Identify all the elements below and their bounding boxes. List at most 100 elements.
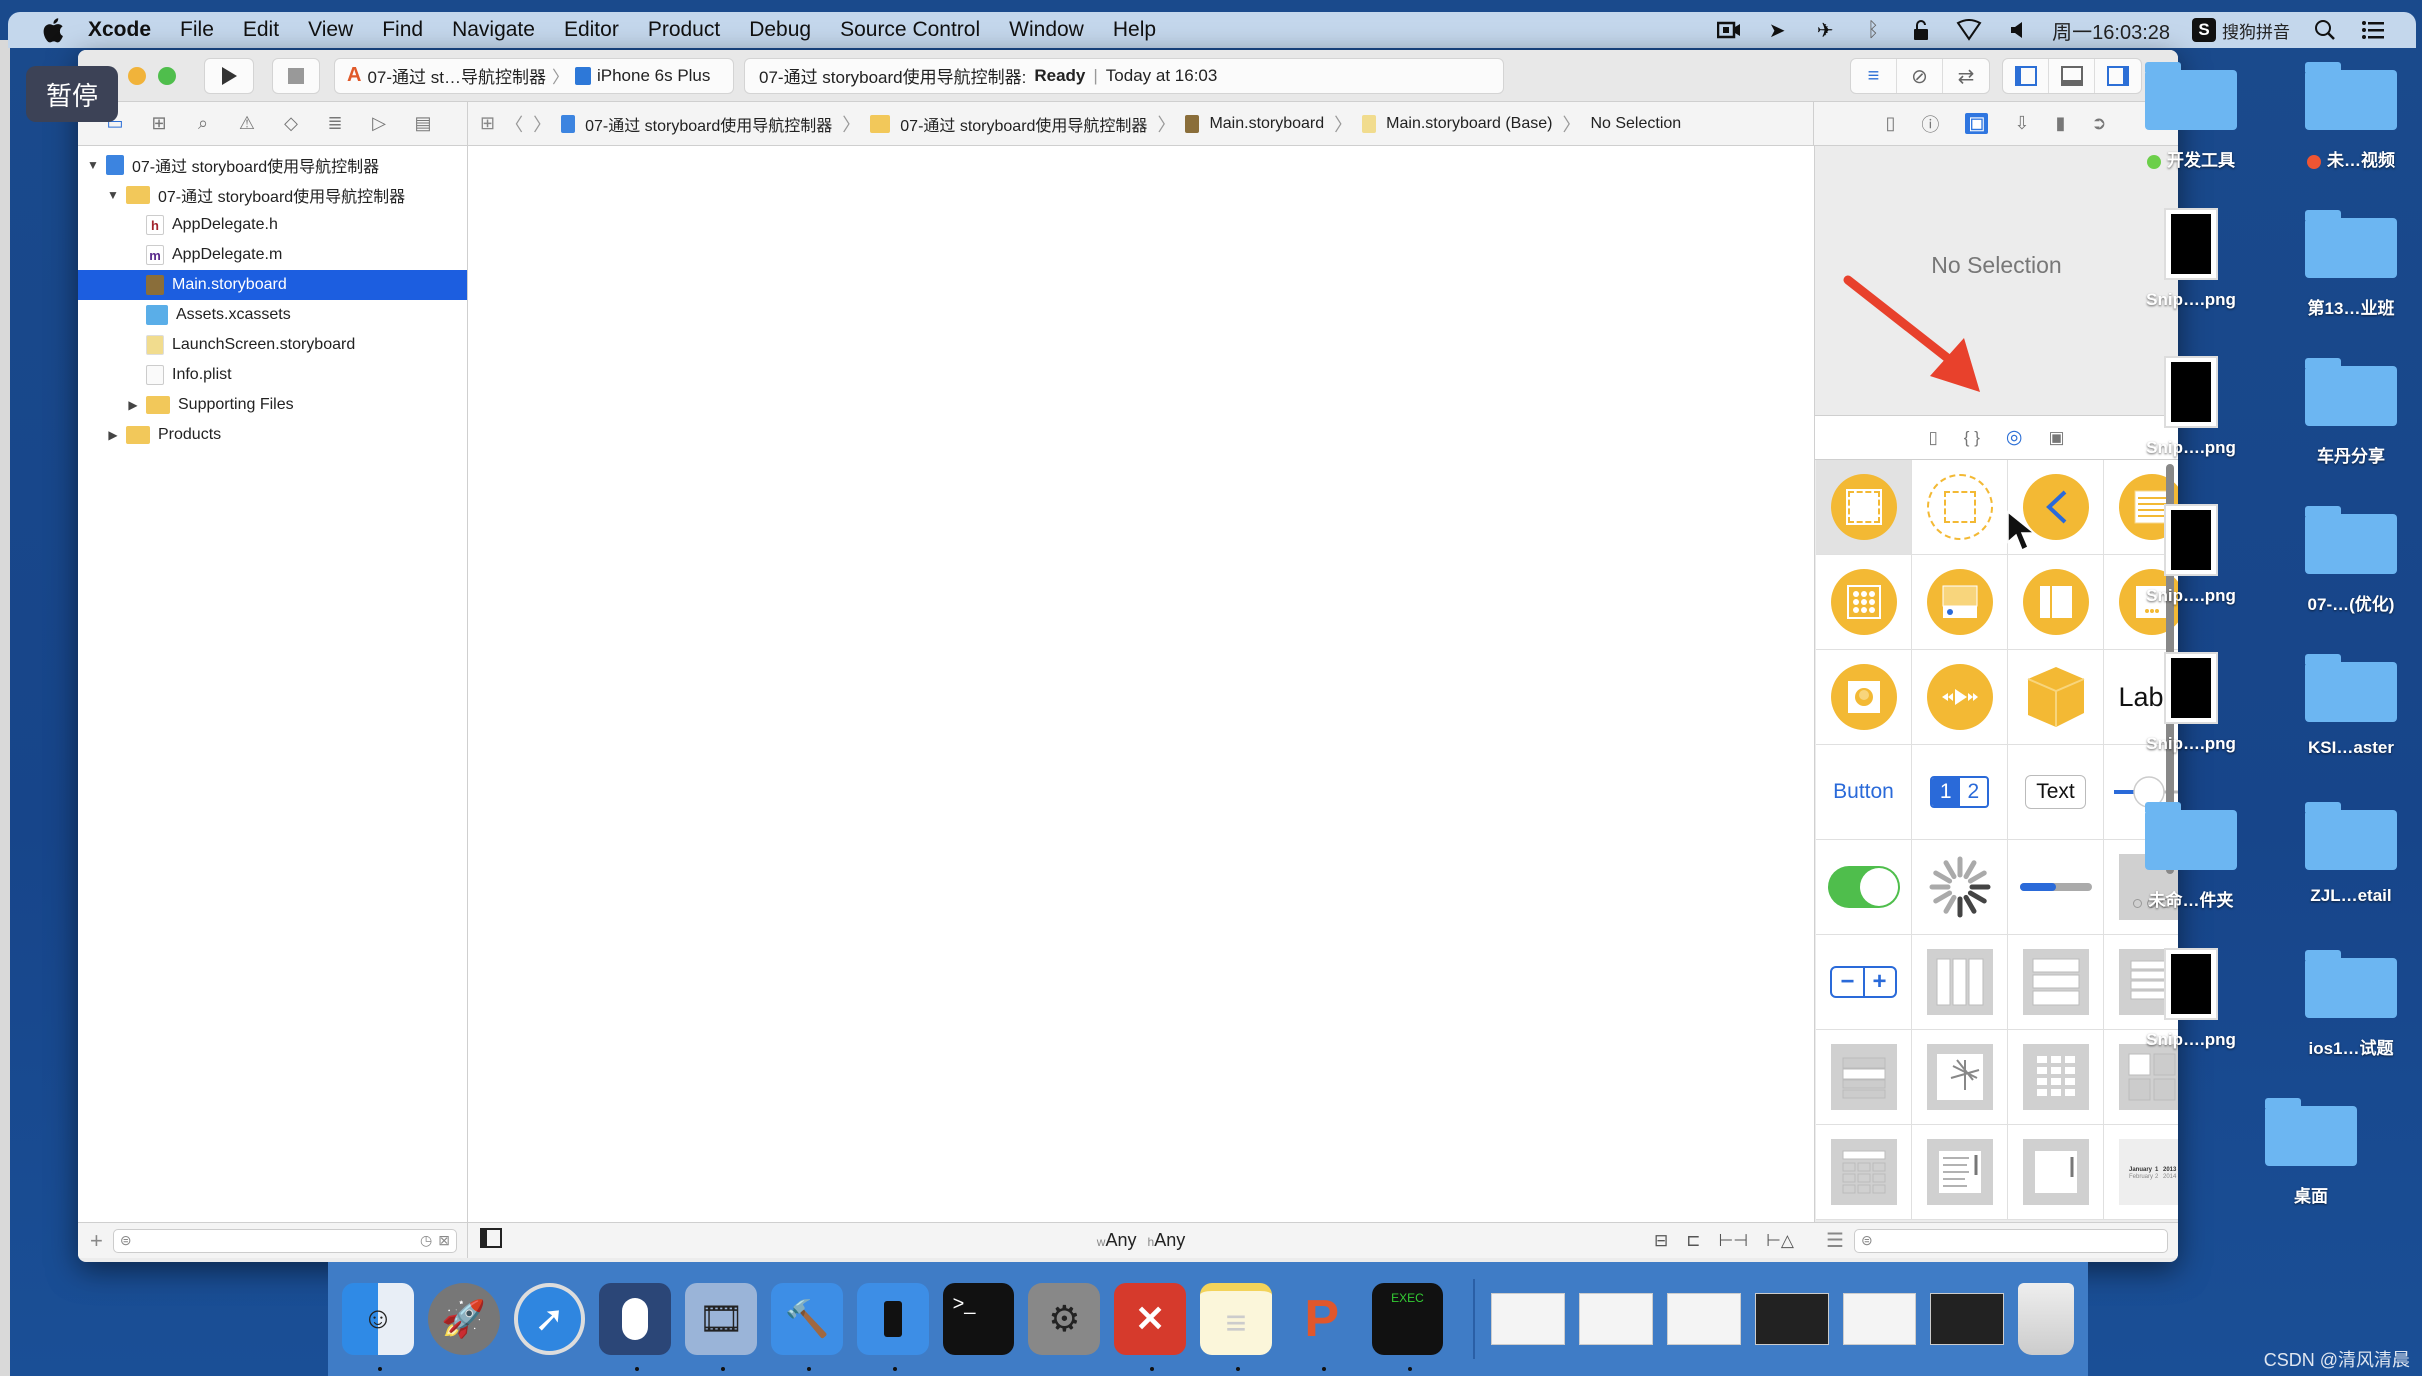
tree-item-appdelegate-h[interactable]: h AppDelegate.h [78, 210, 467, 240]
dock-minimized-finder-window[interactable] [1491, 1293, 1566, 1345]
dock-powerpoint[interactable]: P [1286, 1283, 1358, 1371]
document-outline-toggle-icon[interactable] [480, 1228, 502, 1253]
library-item-view-controller[interactable] [1816, 460, 1912, 555]
menu-editor[interactable]: Editor [564, 18, 619, 42]
tree-item-info-plist[interactable]: Info.plist [78, 360, 467, 390]
screen-record-icon[interactable] [1716, 19, 1742, 41]
menu-file[interactable]: File [180, 18, 214, 42]
zoom-window-button[interactable] [158, 66, 176, 85]
jumpbar-item-file[interactable]: Main.storyboard [1209, 115, 1324, 133]
tree-item-assets[interactable]: Assets.xcassets [78, 300, 467, 330]
code-snippet-library-icon[interactable]: { } [1964, 428, 1980, 448]
dock-notes[interactable]: ≡ [1200, 1283, 1272, 1371]
library-item-horizontal-stack-view[interactable] [1912, 935, 2008, 1030]
menu-clock[interactable]: 周一16:03:28 [2052, 16, 2170, 45]
airplane-icon[interactable]: ✈ [1812, 19, 1838, 42]
library-item-text-field[interactable]: Text [2008, 745, 2104, 840]
library-item-stepper[interactable]: − + [1816, 935, 1912, 1030]
library-item-image-view[interactable] [1912, 1030, 2008, 1125]
desktop-icon-folder[interactable]: 未…视频 [2296, 60, 2406, 171]
library-item-collection-reusable-view[interactable] [1816, 1125, 1912, 1220]
dock-finder[interactable]: ☺ [342, 1283, 414, 1371]
bluetooth-icon[interactable]: ᛒ [1860, 19, 1886, 41]
align-icon[interactable]: ⊏ [1686, 1231, 1700, 1251]
desktop-icon-folder[interactable]: ios1…试题 [2296, 948, 2406, 1059]
jumpbar-item-base[interactable]: Main.storyboard (Base) [1386, 115, 1552, 133]
dock-simulator[interactable] [856, 1283, 929, 1371]
navigator-filter-field[interactable]: ⊜ ◷ ⊠ [112, 1228, 457, 1253]
location-icon[interactable]: ➤ [1764, 19, 1790, 42]
dock-terminal[interactable]: >_ [942, 1283, 1015, 1355]
desktop-icon-folder[interactable]: ZJL…etail [2296, 800, 2406, 906]
desktop-icon-folder[interactable]: 未命…件夹 [2136, 800, 2246, 911]
desktop-icon-folder[interactable]: 车丹分享 [2296, 356, 2406, 467]
tree-item-main-storyboard[interactable]: Main.storyboard [78, 270, 467, 300]
size-class-control[interactable]: wAny hAny [1097, 1230, 1185, 1251]
related-items-icon[interactable]: ⊞ [480, 113, 495, 134]
dock-minimized-screenflow-window[interactable] [1754, 1293, 1829, 1345]
library-item-split-view-controller[interactable] [2008, 555, 2104, 650]
menu-window[interactable]: Window [1009, 18, 1084, 42]
toggle-utilities-icon[interactable] [2095, 59, 2141, 93]
menu-edit[interactable]: Edit [243, 18, 279, 42]
library-item-tab-bar-controller[interactable] [1912, 555, 2008, 650]
breakpoint-navigator-icon[interactable]: ▷ [368, 113, 390, 134]
toggle-navigator-icon[interactable] [2003, 59, 2049, 93]
wifi-icon[interactable] [1956, 19, 1982, 41]
forward-button[interactable]: 〉 [533, 111, 551, 137]
desktop-icon-image[interactable]: Snip….png [2136, 208, 2246, 310]
dock-minimized-xmind-window[interactable] [1667, 1293, 1741, 1345]
library-item-text-view[interactable] [1912, 1125, 2008, 1220]
assistant-editor-icon[interactable]: ⊘ [1897, 59, 1943, 93]
embed-in-stack-icon[interactable]: ⊟ [1654, 1231, 1668, 1251]
version-editor-icon[interactable]: ⇄ [1943, 59, 1989, 93]
quick-help-icon[interactable]: ⓘ [1921, 111, 1939, 137]
back-button[interactable]: 〈 [505, 111, 523, 137]
jumpbar-item-selection[interactable]: No Selection [1590, 115, 1681, 133]
tree-item-group[interactable]: ▼ 07-通过 storyboard使用导航控制器 [78, 180, 467, 210]
desktop-icon-image[interactable]: Snip….png [2136, 356, 2246, 458]
stop-button[interactable] [272, 57, 320, 94]
tree-item-products[interactable]: ▶ Products [78, 420, 467, 450]
menu-navigate[interactable]: Navigate [452, 18, 535, 42]
apple-menu-icon[interactable] [40, 17, 66, 43]
add-file-button[interactable]: + [90, 1228, 103, 1254]
standard-editor-icon[interactable]: ≡ [1851, 59, 1897, 93]
list-view-toggle-icon[interactable]: ☰ [1826, 1228, 1844, 1253]
menu-find[interactable]: Find [382, 18, 423, 42]
dock-launchpad[interactable]: 🚀 [427, 1283, 500, 1355]
library-item-collection-view-controller[interactable] [1816, 555, 1912, 650]
tree-item-supporting-files[interactable]: ▶ Supporting Files [78, 390, 467, 420]
library-item-collection-view[interactable] [2008, 1030, 2104, 1125]
dock-minimized-powerpoint-window[interactable] [1579, 1293, 1654, 1345]
dock-minimized-screenflow-window-2[interactable] [1930, 1293, 2005, 1345]
tree-item-appdelegate-m[interactable]: m AppDelegate.m [78, 240, 467, 270]
menu-help[interactable]: Help [1113, 18, 1156, 42]
dock-xcode[interactable]: 🔨 [771, 1283, 843, 1371]
media-library-icon[interactable]: ▣ [2048, 428, 2064, 448]
report-navigator-icon[interactable]: ▤ [412, 113, 434, 134]
identity-inspector-icon[interactable]: ▣ [1965, 113, 1989, 134]
library-item-storyboard-reference[interactable] [1912, 460, 2008, 555]
library-item-scroll-view[interactable] [2008, 1125, 2104, 1220]
pause-overlay-button[interactable]: 暂停 [26, 66, 118, 122]
scm-status-filter-icon[interactable]: ⊠ [438, 1232, 450, 1249]
scheme-selector[interactable]: A 07-通过 st…导航控制器 〉 iPhone 6s Plus [334, 57, 734, 94]
recent-files-icon[interactable]: ◷ [420, 1232, 432, 1249]
volume-icon[interactable] [2004, 19, 2030, 41]
attributes-inspector-icon[interactable]: ⇩ [2014, 113, 2029, 134]
desktop-icon-folder[interactable]: 第13…业班 [2296, 208, 2406, 319]
resolve-autolayout-icon[interactable]: ⊢△ [1766, 1231, 1794, 1251]
pin-icon[interactable]: ⊢⊣ [1718, 1231, 1748, 1251]
desktop-icon-folder[interactable]: 桌面 [2256, 1096, 2366, 1207]
menu-source-control[interactable]: Source Control [840, 18, 980, 42]
disclosure-closed-icon[interactable]: ▶ [126, 398, 140, 412]
disclosure-open-icon[interactable]: ▼ [86, 158, 100, 172]
menu-debug[interactable]: Debug [749, 18, 811, 42]
library-item-progress-view[interactable] [2008, 840, 2104, 935]
library-filter-field[interactable]: ⊜ [1853, 1228, 2168, 1253]
run-button[interactable] [204, 57, 254, 94]
desktop-icon-folder[interactable]: KSI…aster [2296, 652, 2406, 758]
desktop-icon-folder[interactable]: 开发工具 [2136, 60, 2246, 171]
library-item-table-view-cell[interactable] [1816, 1030, 1912, 1125]
